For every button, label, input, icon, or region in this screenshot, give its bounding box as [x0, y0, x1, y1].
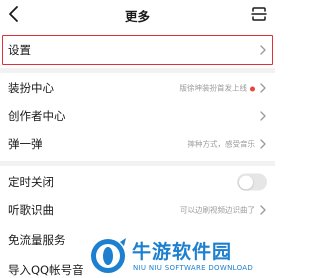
watermark-subtext: NIU NIU SOFTWARE DOWNLOAD — [133, 264, 254, 272]
top-bar: 更多 — [0, 0, 275, 30]
watermark-text: 牛游软件园 — [132, 241, 233, 263]
menu-item-label: 定时关闭 — [8, 175, 54, 189]
menu-item-label: 创作者中心 — [8, 109, 66, 123]
chevron-right-icon — [260, 83, 266, 93]
sleep-timer-toggle[interactable] — [237, 173, 267, 191]
menu-item-subtitle: 可以边刷视频边识曲了 — [180, 205, 255, 215]
watermark: 牛游软件园 NIU NIU SOFTWARE DOWNLOAD — [86, 236, 275, 278]
menu-item-tan-yi-tan[interactable]: 弹一弹 摔种方式，感受音乐 — [0, 130, 275, 158]
chevron-right-icon — [260, 139, 266, 149]
menu-item-label: 弹一弹 — [8, 137, 43, 151]
section-divider — [0, 161, 275, 166]
menu-item-song-recognition[interactable]: 听歌识曲 可以边刷视频边识曲了 — [0, 196, 275, 224]
page-title: 更多 — [124, 9, 150, 24]
chevron-right-icon — [260, 45, 266, 55]
settings-label: 设置 — [8, 43, 31, 57]
menu-item-subtitle: 版徐坤装扮首发上线 — [180, 83, 255, 94]
chevron-right-icon — [260, 205, 266, 215]
scan-icon[interactable] — [251, 6, 267, 22]
menu-item-sleep-timer[interactable]: 定时关闭 — [0, 168, 275, 196]
watermark-logo-icon — [91, 238, 126, 273]
menu-item-creator-center[interactable]: 创作者中心 — [0, 102, 275, 130]
notification-dot — [250, 86, 255, 91]
menu-item-label: 听歌识曲 — [8, 203, 54, 217]
section-divider — [0, 68, 275, 73]
settings-row[interactable]: 设置 — [0, 36, 275, 64]
toggle-knob — [238, 175, 253, 189]
menu-item-label: 导入QQ帐号音 — [8, 263, 84, 277]
menu-item-label: 装扮中心 — [8, 81, 54, 95]
menu-item-label: 免流量服务 — [8, 233, 66, 247]
menu-item-subtitle: 摔种方式，感受音乐 — [187, 139, 256, 149]
chevron-right-icon — [260, 111, 266, 121]
menu-item-dress-center[interactable]: 装扮中心 版徐坤装扮首发上线 — [0, 74, 275, 102]
